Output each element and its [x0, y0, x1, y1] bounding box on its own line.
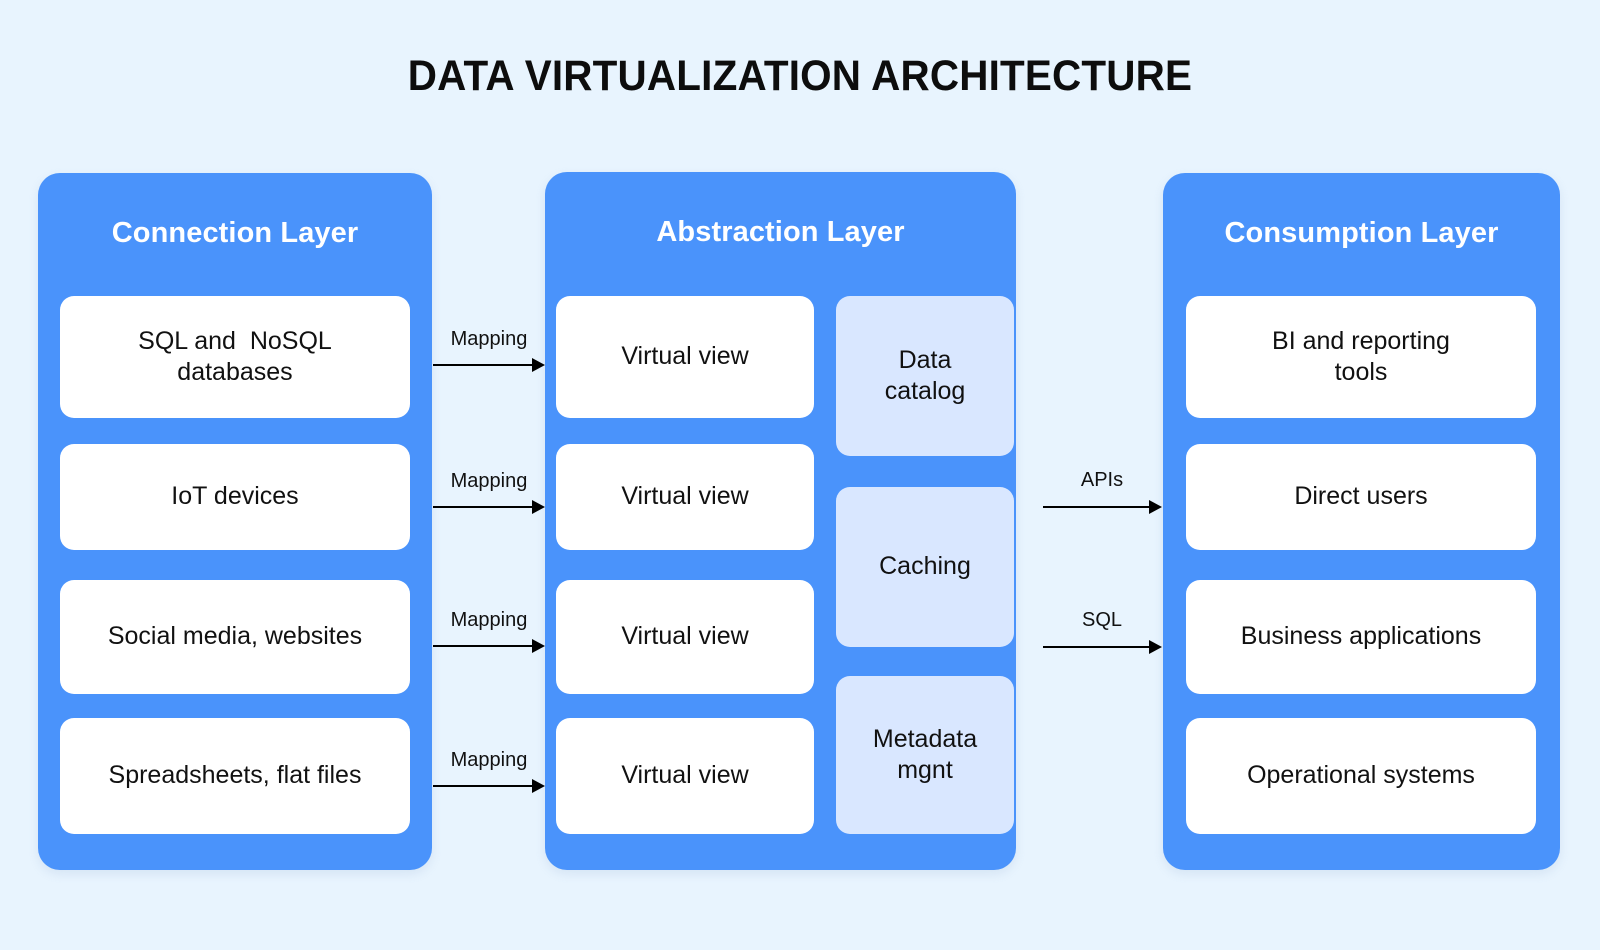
connector-sql-label: SQL	[1081, 609, 1123, 631]
connector-apis-label: APIs	[1080, 469, 1124, 491]
arrow-head-icon	[1149, 500, 1162, 514]
arrow-head-icon	[532, 500, 545, 514]
arrow-head-icon	[1149, 640, 1162, 654]
arrow-head-icon	[532, 358, 545, 372]
connector-mapping-2-label: Mapping	[450, 470, 528, 492]
arrow-line-icon	[433, 645, 534, 647]
card-abstraction-data-catalog[interactable]: Data catalog	[836, 296, 1014, 456]
connector-mapping-3-label: Mapping	[450, 609, 528, 631]
connector-mapping-1-label: Mapping	[450, 328, 528, 350]
arrow-line-icon	[1043, 506, 1151, 508]
card-abstraction-caching[interactable]: Caching	[836, 487, 1014, 647]
card-connection-social-media-websites[interactable]: Social media, websites	[60, 580, 410, 694]
arrow-line-icon	[433, 506, 534, 508]
card-abstraction-virtual-view-4[interactable]: Virtual view	[556, 718, 814, 834]
card-abstraction-metadata-mgnt[interactable]: Metadata mgnt	[836, 676, 1014, 834]
card-consumption-bi-and-reporting-tools[interactable]: BI and reporting tools	[1186, 296, 1536, 418]
card-connection-spreadsheets-flat-files[interactable]: Spreadsheets, flat files	[60, 718, 410, 834]
arrow-line-icon	[433, 785, 534, 787]
card-connection-iot-devices[interactable]: IoT devices	[60, 444, 410, 550]
layer-title-consumption: Consumption Layer	[1224, 217, 1499, 249]
card-abstraction-virtual-view-3[interactable]: Virtual view	[556, 580, 814, 694]
card-connection-sql-nosql-databases[interactable]: SQL and NoSQL databases	[60, 296, 410, 418]
arrow-line-icon	[1043, 646, 1151, 648]
arrow-line-icon	[433, 364, 534, 366]
card-consumption-direct-users[interactable]: Direct users	[1186, 444, 1536, 550]
diagram-canvas: DATA VIRTUALIZATION ARCHITECTURE Connect…	[0, 0, 1600, 950]
card-consumption-operational-systems[interactable]: Operational systems	[1186, 718, 1536, 834]
card-abstraction-virtual-view-1[interactable]: Virtual view	[556, 296, 814, 418]
layer-title-connection: Connection Layer	[111, 217, 359, 249]
connector-mapping-4-label: Mapping	[450, 749, 528, 771]
card-consumption-business-applications[interactable]: Business applications	[1186, 580, 1536, 694]
arrow-head-icon	[532, 779, 545, 793]
layer-title-abstraction: Abstraction Layer	[656, 216, 905, 248]
card-abstraction-virtual-view-2[interactable]: Virtual view	[556, 444, 814, 550]
arrow-head-icon	[532, 639, 545, 653]
page-title: DATA VIRTUALIZATION ARCHITECTURE	[407, 52, 1193, 100]
